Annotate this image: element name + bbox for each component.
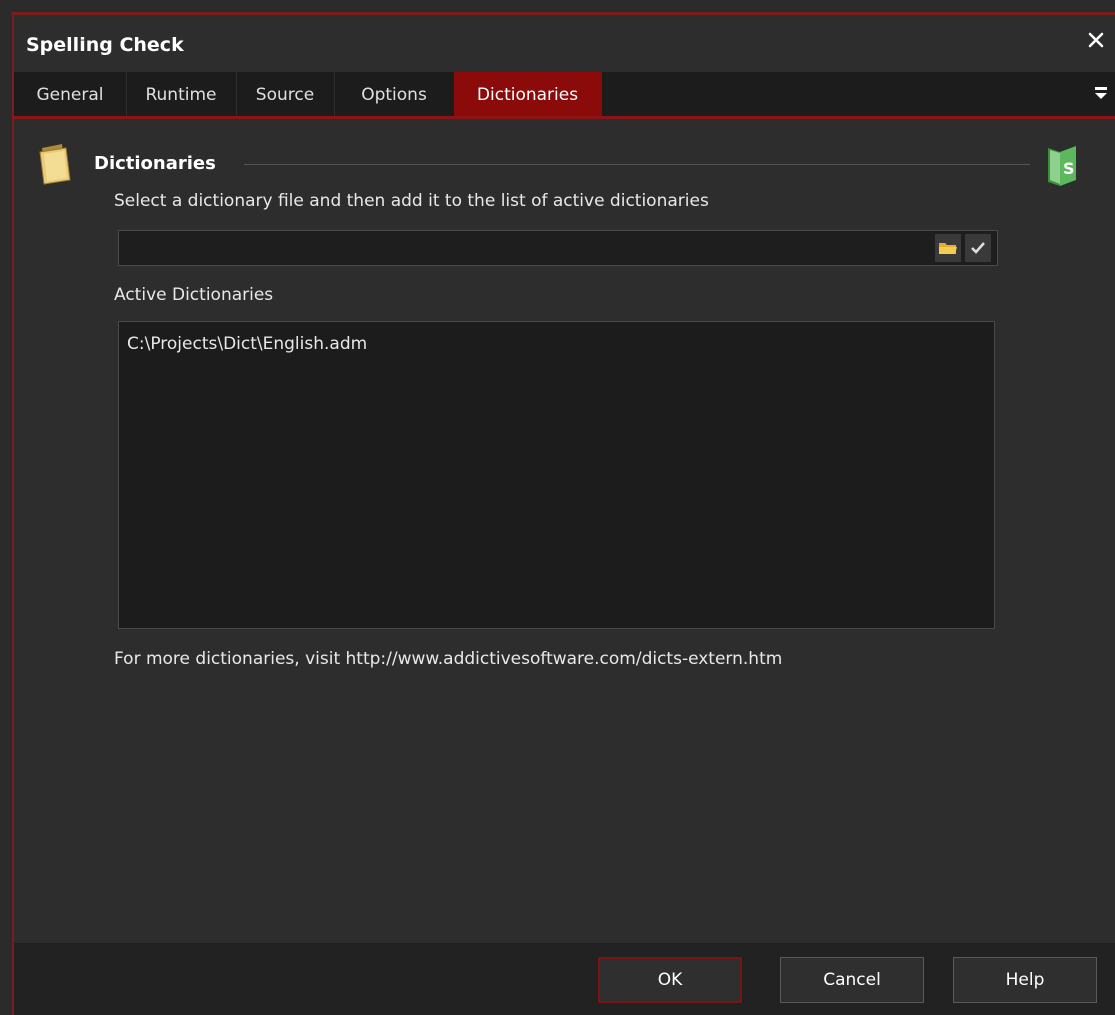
button-bar <box>14 943 1115 1015</box>
tab-source[interactable]: Source <box>236 72 335 116</box>
active-dictionaries-label: Active Dictionaries <box>114 285 274 305</box>
help-button[interactable]: Help <box>953 957 1097 1003</box>
section-title: Dictionaries <box>94 153 216 174</box>
instruction-text: Select a dictionary file and then add it… <box>114 191 709 211</box>
dictionary-file-input[interactable] <box>118 230 998 266</box>
more-dictionaries-note: For more dictionaries, visit http://www.… <box>114 649 783 669</box>
browse-button[interactable] <box>935 234 961 262</box>
cancel-button[interactable]: Cancel <box>780 957 924 1003</box>
section-divider <box>244 164 1030 165</box>
folder-icon <box>39 144 71 185</box>
tab-bar: General Runtime Source Options Dictionar… <box>14 72 1115 119</box>
window-title: Spelling Check <box>26 34 184 56</box>
svg-text:S: S <box>1063 159 1075 178</box>
list-item[interactable]: C:\Projects\Dict\English.adm <box>127 334 367 354</box>
tab-options[interactable]: Options <box>334 72 455 116</box>
tab-runtime[interactable]: Runtime <box>126 72 237 116</box>
browse-folder-icon <box>939 243 957 254</box>
tab-dictionaries[interactable]: Dictionaries <box>454 72 602 116</box>
spellcheck-book-icon: S <box>1048 146 1076 186</box>
active-dictionaries-list[interactable]: C:\Projects\Dict\English.adm <box>118 321 995 629</box>
ok-button[interactable]: OK <box>598 957 742 1003</box>
title-bar: Spelling Check <box>14 15 1115 72</box>
checkmark-icon <box>971 242 985 254</box>
overflow-menu-icon[interactable] <box>1093 84 1109 102</box>
tab-general[interactable]: General <box>14 72 127 116</box>
close-icon[interactable] <box>1085 29 1107 51</box>
spelling-check-dialog: Spelling Check General Runtime Source Op… <box>12 12 1115 1015</box>
add-dictionary-button[interactable] <box>965 234 991 262</box>
